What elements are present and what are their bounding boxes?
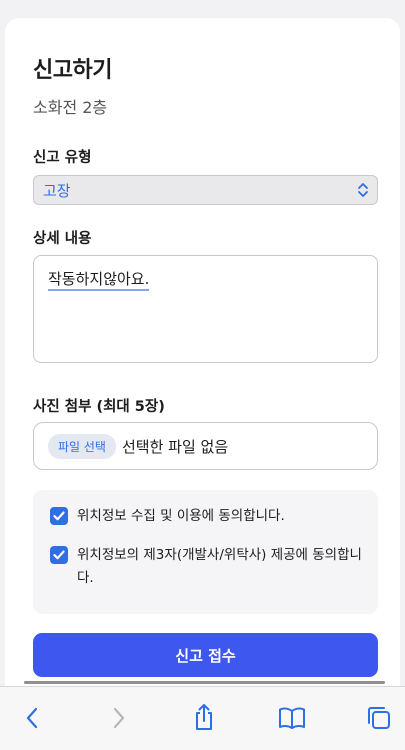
detail-value: 작동하지않아요.: [48, 270, 150, 291]
forward-icon[interactable]: [109, 705, 129, 731]
file-status: 선택한 파일 없음: [121, 437, 229, 456]
consent-checkbox-1[interactable]: [50, 507, 68, 525]
detail-textarea[interactable]: 작동하지않아요.: [33, 255, 378, 363]
browser-toolbar: [0, 686, 405, 750]
report-type-label: 신고 유형: [33, 150, 92, 166]
consent-box: 위치정보 수집 및 이용에 동의합니다. 위치정보의 제3자(개발사/위탁사) …: [33, 490, 378, 614]
page-subtitle: 소화전 2층: [33, 98, 108, 117]
consent-text-1: 위치정보 수집 및 이용에 동의합니다.: [77, 508, 285, 524]
file-select-button[interactable]: 파일 선택: [48, 433, 116, 459]
tabs-icon[interactable]: [366, 705, 392, 731]
detail-label: 상세 내용: [33, 231, 92, 247]
report-type-select[interactable]: 고장: [33, 175, 378, 205]
share-icon[interactable]: [192, 702, 216, 732]
checkmark-icon: [53, 550, 65, 560]
photo-label: 사진 첨부 (최대 5장): [33, 399, 165, 415]
page-title: 신고하기: [33, 58, 112, 83]
scroll-indicator: [24, 681, 385, 684]
checkmark-icon: [53, 511, 65, 521]
report-type-value: 고장: [43, 181, 71, 200]
submit-button[interactable]: 신고 접수: [33, 633, 378, 677]
consent-text-2: 위치정보의 제3자(개발사/위탁사) 제공에 동의합니다.: [77, 547, 362, 586]
photo-file-input[interactable]: 파일 선택 선택한 파일 없음: [33, 422, 378, 470]
consent-checkbox-2[interactable]: [50, 546, 68, 564]
select-arrows-icon: [358, 183, 368, 197]
bookmarks-icon[interactable]: [278, 705, 306, 731]
back-icon[interactable]: [22, 705, 42, 731]
